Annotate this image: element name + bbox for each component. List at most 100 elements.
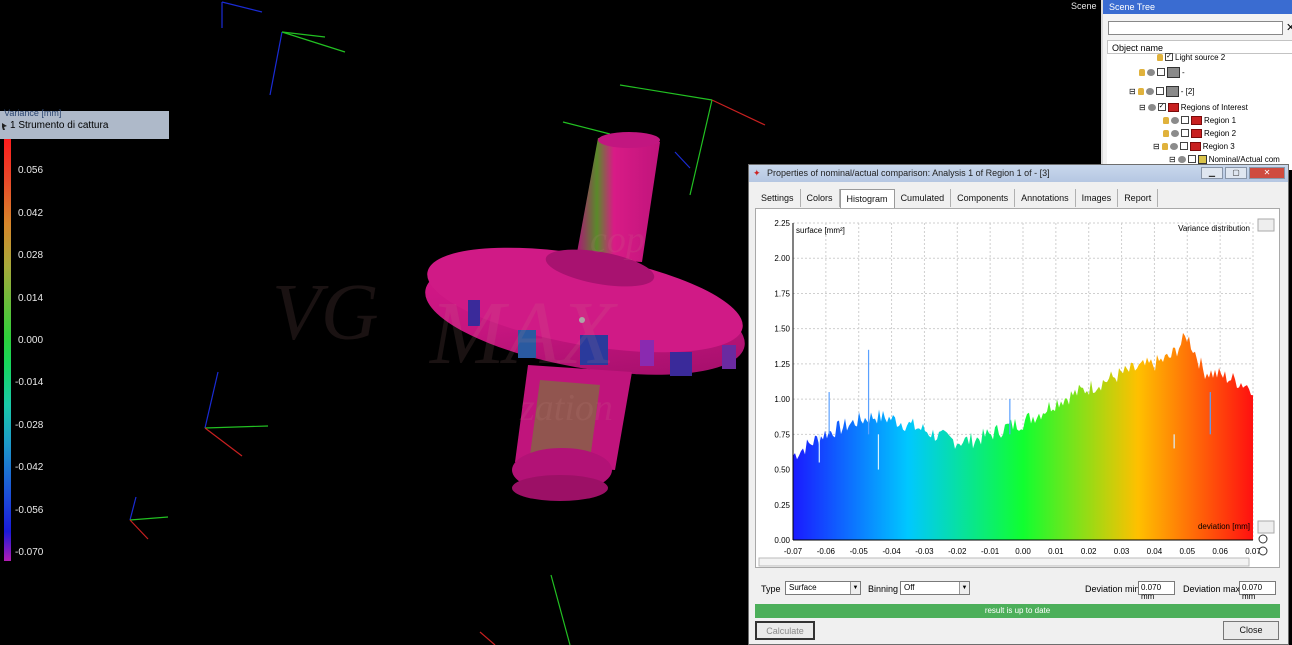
tree-item-label: Region 3	[1202, 141, 1235, 151]
scene-tree-panel: Scene Tree ✕ Object name ✓ Light source …	[1101, 0, 1292, 170]
lock-icon[interactable]	[1157, 53, 1163, 61]
y-tick-label: 1.75	[774, 289, 790, 298]
tree-item-label: Nominal/Actual com	[1208, 154, 1280, 164]
tree-item[interactable]: ⊟ Region 3	[1153, 140, 1235, 152]
chevron-down-icon[interactable]: ▼	[959, 582, 969, 594]
chevron-down-icon[interactable]: ▼	[850, 582, 860, 594]
zoom-in-icon[interactable]	[1258, 534, 1268, 544]
close-icon[interactable]: ✕	[1249, 167, 1285, 179]
tree-item[interactable]: Region 1	[1163, 114, 1236, 126]
expand-icon[interactable]: ⊟	[1139, 103, 1146, 112]
x-tick-label: -0.03	[915, 547, 934, 556]
tab-images[interactable]: Images	[1076, 189, 1119, 207]
legend-capture-label[interactable]: 1 Strumento di cattura	[10, 120, 108, 131]
analysis-icon	[1197, 154, 1207, 164]
calculate-button[interactable]: Calculate	[755, 621, 815, 640]
scroll-up-icon[interactable]	[1257, 218, 1275, 232]
tab-cumulated[interactable]: Cumulated	[895, 189, 952, 207]
tree-item[interactable]: -	[1139, 66, 1185, 78]
visibility-checkbox[interactable]	[1155, 87, 1164, 95]
scroll-down-icon[interactable]	[1257, 520, 1275, 534]
visibility-checkbox[interactable]: ✓	[1165, 53, 1173, 61]
x-tick-label: 0.00	[1015, 547, 1031, 556]
tree-item[interactable]: Region 2	[1163, 127, 1236, 139]
x-tick-label: -0.06	[817, 547, 836, 556]
tab-annotations[interactable]: Annotations	[1015, 189, 1076, 207]
visibility-checkbox[interactable]	[1181, 129, 1189, 137]
visibility-checkbox[interactable]	[1179, 142, 1188, 150]
color-scale-bar	[4, 139, 11, 561]
eye-icon[interactable]	[1147, 68, 1155, 76]
tab-colors[interactable]: Colors	[801, 189, 840, 207]
tree-item[interactable]: ⊟ ✓ Regions of Interest	[1139, 101, 1248, 113]
expand-icon[interactable]: ⊟	[1129, 87, 1136, 96]
visibility-checkbox[interactable]	[1157, 68, 1165, 76]
maximize-icon[interactable]: ▢	[1225, 167, 1247, 179]
legend-tick: 0.000	[18, 335, 44, 346]
y-axis-label: surface [mm²]	[796, 226, 845, 235]
deviation-min-label: Deviation min:	[1085, 584, 1143, 594]
tab-report[interactable]: Report	[1118, 189, 1159, 207]
tree-item-label: Regions of Interest	[1180, 102, 1248, 112]
visibility-checkbox[interactable]	[1181, 116, 1189, 124]
scene-tree-title: Scene Tree	[1103, 0, 1292, 14]
eye-icon[interactable]	[1147, 103, 1156, 111]
minimize-icon[interactable]: ▁	[1201, 167, 1223, 179]
type-select[interactable]: Surface ▼	[785, 581, 861, 595]
legend-tick: -0.014	[15, 377, 44, 388]
lock-icon[interactable]	[1137, 87, 1144, 95]
y-tick-label: 1.25	[774, 360, 790, 369]
dialog-title: Properties of nominal/actual comparison:…	[767, 168, 1050, 178]
expand-icon[interactable]: ⊟	[1153, 142, 1160, 151]
eye-icon[interactable]	[1145, 87, 1154, 95]
tree-item-label: Region 1	[1204, 115, 1237, 125]
tab-settings[interactable]: Settings	[755, 189, 801, 207]
tree-item[interactable]: ⊟ - [2]	[1129, 85, 1194, 97]
x-tick-label: -0.04	[882, 547, 901, 556]
expand-icon[interactable]: ⊟	[1169, 155, 1176, 164]
close-button[interactable]: Close	[1223, 621, 1279, 640]
eye-icon[interactable]	[1171, 129, 1179, 137]
x-tick-label: 0.01	[1048, 547, 1064, 556]
x-tick-label: 0.02	[1081, 547, 1097, 556]
x-tick-label: 0.06	[1212, 547, 1228, 556]
visibility-checkbox[interactable]	[1187, 155, 1196, 163]
properties-dialog: ✦ Properties of nominal/actual compariso…	[748, 164, 1289, 645]
deviation-max-input[interactable]: 0.070 mm	[1239, 581, 1276, 601]
chart-title: Variance distribution	[1178, 224, 1250, 233]
deviation-min-input[interactable]: 0.070 mm	[1138, 581, 1175, 601]
binning-select[interactable]: Off ▼	[900, 581, 970, 595]
region-icon	[1191, 128, 1202, 138]
lock-icon[interactable]	[1163, 116, 1169, 124]
eye-icon[interactable]	[1171, 116, 1179, 124]
watermark-text: zation	[520, 387, 613, 429]
histogram-panel[interactable]: 0.00 0.25 0.50 0.75 1.00 1.25 1.50 1.75 2.00 2.25…	[755, 208, 1280, 568]
scene-tree-list[interactable]: ✓ Light source 2 - ⊟ - [2] ⊟ ✓ Regions o…	[1107, 51, 1292, 170]
histogram-chart[interactable]: 0.00 0.25 0.50 0.75 1.00 1.25 1.50 1.75 2.00 2.25…	[756, 209, 1281, 569]
y-tick-label: 0.25	[774, 501, 790, 510]
tab-components[interactable]: Components	[951, 189, 1016, 207]
x-tick-label: -0.05	[850, 547, 869, 556]
y-tick-label: 0.50	[774, 466, 790, 475]
x-tick-label: 0.04	[1147, 547, 1163, 556]
tree-item[interactable]: ✓ Light source 2	[1157, 51, 1225, 63]
app-logo-icon: ✦	[753, 168, 761, 178]
clear-search-icon[interactable]: ✕	[1286, 21, 1292, 34]
capture-tool-icon	[2, 123, 7, 130]
legend-tick: 0.014	[18, 293, 44, 304]
dialog-title-bar[interactable]: ✦ Properties of nominal/actual compariso…	[749, 165, 1288, 182]
x-axis-label: deviation [mm]	[1198, 522, 1250, 531]
tab-histogram[interactable]: Histogram	[839, 189, 895, 208]
legend-tick: 0.056	[18, 165, 44, 176]
scene-tree-search-input[interactable]	[1108, 21, 1283, 35]
deviation-max-label: Deviation max:	[1183, 584, 1243, 594]
eye-icon[interactable]	[1169, 142, 1178, 150]
horizontal-scrollbar[interactable]	[758, 557, 1250, 567]
visibility-checkbox[interactable]: ✓	[1157, 103, 1166, 111]
lock-icon[interactable]	[1161, 142, 1168, 150]
lock-icon[interactable]	[1139, 68, 1145, 76]
legend-tick: -0.028	[15, 420, 44, 431]
lock-icon[interactable]	[1163, 129, 1169, 137]
watermark-text: VG	[272, 269, 379, 357]
eye-icon[interactable]	[1177, 155, 1186, 163]
